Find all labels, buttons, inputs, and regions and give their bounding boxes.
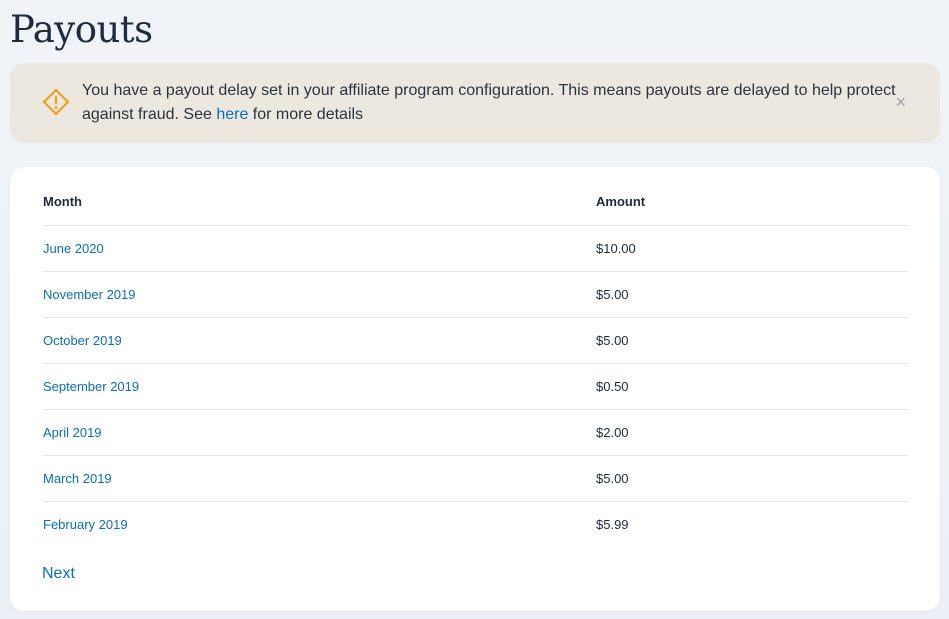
alert-text-before: You have a payout delay set in your affi… [82, 82, 896, 123]
next-page-link[interactable]: Next [42, 565, 75, 583]
warning-diamond-icon [42, 88, 70, 116]
table-row: April 2019 $2.00 [43, 409, 908, 456]
month-link[interactable]: April 2019 [43, 425, 102, 440]
month-cell: October 2019 [43, 317, 596, 364]
month-link[interactable]: October 2019 [43, 333, 122, 348]
amount-cell: $0.50 [596, 363, 908, 410]
amount-cell: $5.00 [596, 317, 908, 364]
payouts-card: Month Amount June 2020 $10.00 November 201… [10, 167, 940, 611]
month-column-header: Month [43, 179, 596, 226]
table-row: November 2019 $5.00 [43, 271, 908, 318]
table-row: June 2020 $10.00 [43, 225, 908, 272]
month-link[interactable]: September 2019 [43, 379, 139, 394]
month-cell: February 2019 [43, 501, 596, 547]
payouts-table: Month Amount June 2020 $10.00 November 201… [43, 179, 908, 547]
month-cell: March 2019 [43, 455, 596, 502]
alert-text-after: for more details [248, 106, 364, 123]
payout-delay-alert: You have a payout delay set in your affi… [10, 63, 940, 143]
amount-cell: $10.00 [596, 225, 908, 272]
table-row: February 2019 $5.99 [43, 501, 908, 547]
month-link[interactable]: June 2020 [43, 241, 104, 256]
page-title: Payouts [10, 8, 153, 51]
alert-message: You have a payout delay set in your affi… [82, 79, 902, 127]
month-link[interactable]: March 2019 [43, 471, 112, 486]
month-cell: April 2019 [43, 409, 596, 456]
table-row: October 2019 $5.00 [43, 317, 908, 364]
close-icon[interactable]: × [895, 92, 906, 112]
table-row: September 2019 $0.50 [43, 363, 908, 410]
amount-column-header: Amount [596, 179, 908, 226]
month-link[interactable]: February 2019 [43, 517, 128, 532]
alert-details-link[interactable]: here [216, 106, 248, 123]
amount-cell: $5.99 [596, 516, 629, 532]
month-cell: November 2019 [43, 271, 596, 318]
amount-cell: $5.00 [596, 455, 908, 502]
amount-cell: $5.00 [596, 271, 908, 318]
month-cell: June 2020 [43, 225, 596, 272]
month-cell: September 2019 [43, 363, 596, 410]
table-header-row: Month Amount [43, 179, 908, 226]
month-link[interactable]: November 2019 [43, 287, 136, 302]
amount-cell: $2.00 [596, 409, 908, 456]
table-row: March 2019 $5.00 [43, 455, 908, 502]
